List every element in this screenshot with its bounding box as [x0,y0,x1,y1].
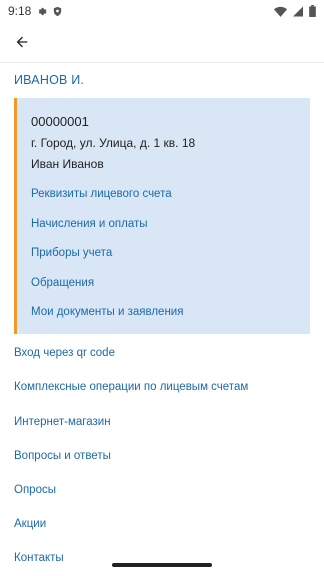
account-link-charges[interactable]: Начисления и оплаты [31,218,148,230]
signal-icon [293,6,303,16]
status-time: 9:18 [8,4,32,18]
account-link-requests[interactable]: Обращения [31,277,94,289]
menu-item-faq[interactable]: Вопросы и ответы [14,450,111,462]
menu-item-contacts[interactable]: Контакты [14,552,64,564]
menu-item-promotions[interactable]: Акции [14,518,46,530]
account-address: г. Город, ул. Улица, д. 1 кв. 18 [31,136,196,150]
app-bar-divider [0,62,324,63]
shield-icon [54,6,62,16]
menu-item-complex-operations[interactable]: Комплексные операции по лицевым счетам [14,381,248,393]
account-link-details[interactable]: Реквизиты лицевого счета [31,188,172,200]
menu-item-polls[interactable]: Опросы [14,484,56,496]
menu-item-shop[interactable]: Интернет-магазин [14,416,111,428]
account-link-documents[interactable]: Мои документы и заявления [31,306,183,318]
account-owner: Иван Иванов [31,157,104,171]
wifi-icon [274,6,287,17]
menu-item-qr-login[interactable]: Вход через qr code [14,347,115,359]
account-card[interactable]: 00000001 г. Город, ул. Улица, д. 1 кв. 1… [14,98,310,334]
account-link-meters[interactable]: Приборы учета [31,247,112,259]
account-number: 00000001 [31,114,89,129]
app-bar [0,22,324,62]
arrow-back-icon [16,36,28,48]
status-bar: 9:18 [0,0,324,22]
user-name[interactable]: ИВАНОВ И. [14,73,84,87]
battery-icon [309,5,316,17]
settings-icon [39,7,47,15]
gesture-nav-handle[interactable] [112,563,212,567]
back-button[interactable] [2,22,42,62]
